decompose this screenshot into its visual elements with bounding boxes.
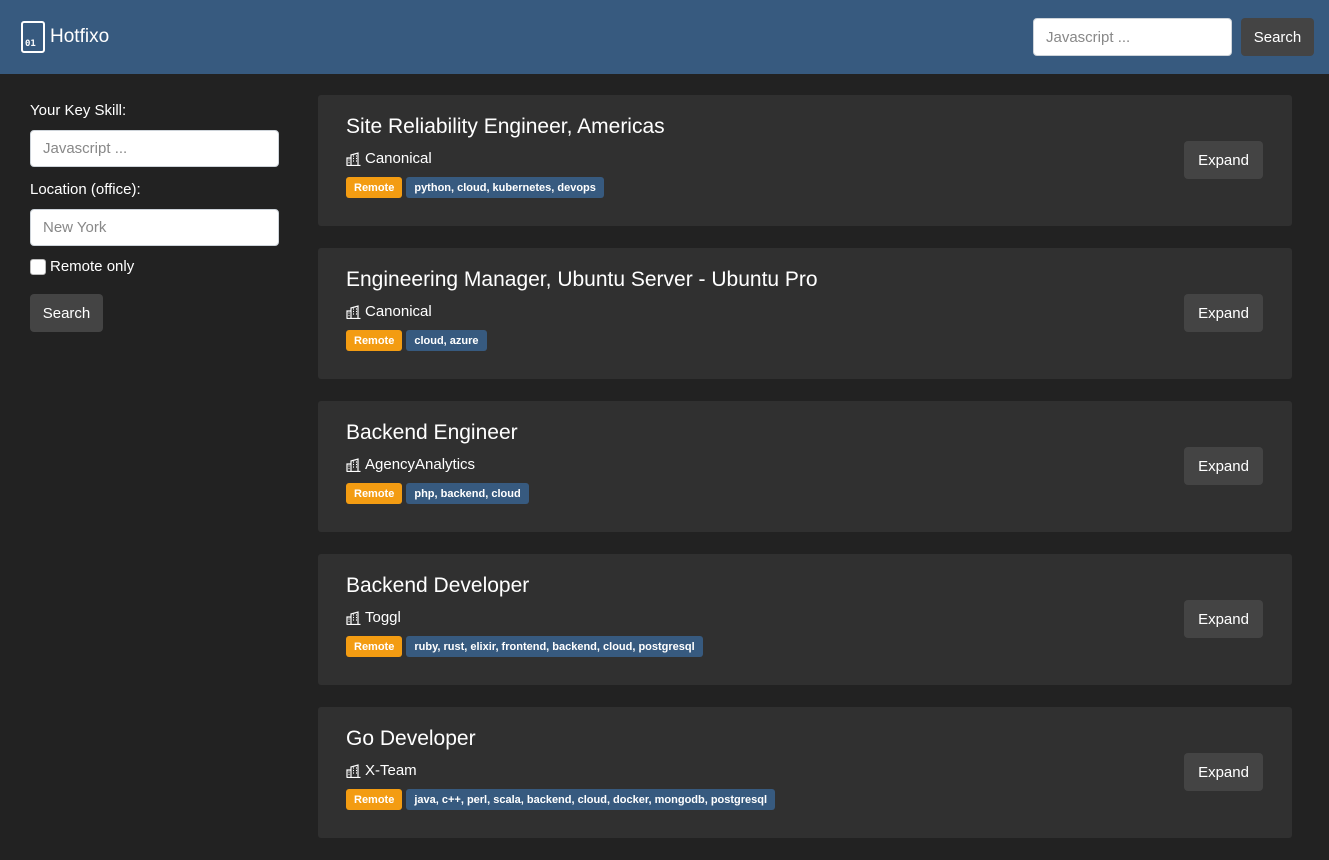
sidebar-search-button[interactable]: Search (30, 294, 103, 332)
navbar-search-button[interactable]: Search (1241, 18, 1314, 56)
location-input[interactable] (30, 209, 279, 246)
remote-only-checkbox[interactable] (30, 258, 46, 275)
skills-badge: python, cloud, kubernetes, devops (406, 177, 604, 198)
job-company: AgencyAnalytics (346, 456, 1292, 473)
building-icon (346, 610, 361, 625)
skills-badge: php, backend, cloud (406, 483, 529, 504)
building-icon (346, 763, 361, 778)
remote-badge: Remote (346, 789, 403, 810)
remote-badge: Remote (346, 177, 403, 198)
brand-icon-text: 01 (25, 39, 36, 49)
brand-link[interactable]: 01 Hotfixo (21, 21, 109, 53)
brand-name: Hotfixo (50, 26, 110, 47)
remote-badge: Remote (346, 636, 403, 657)
navbar: 01 Hotfixo Search (0, 0, 1329, 74)
expand-button[interactable]: Expand (1184, 600, 1263, 638)
job-tags: Remote ruby, rust, elixir, frontend, bac… (346, 636, 1292, 657)
expand-button[interactable]: Expand (1184, 753, 1263, 791)
job-title: Site Reliability Engineer, Americas (346, 115, 665, 138)
job-company: Canonical (346, 150, 1292, 167)
job-card: Go Developer X-Team Remote java, c++, pe… (318, 707, 1292, 838)
remote-badge: Remote (346, 330, 403, 351)
job-title: Go Developer (346, 727, 476, 750)
building-icon (346, 151, 361, 166)
remote-badge: Remote (346, 483, 403, 504)
company-name: X-Team (365, 762, 417, 779)
job-title: Backend Developer (346, 574, 530, 597)
skills-badge: ruby, rust, elixir, frontend, backend, c… (406, 636, 703, 657)
job-list: Site Reliability Engineer, Americas Cano… (318, 95, 1292, 860)
company-name: Canonical (365, 303, 432, 320)
remote-only-row: Remote only (30, 258, 279, 275)
company-name: Toggl (365, 609, 401, 626)
job-company: Canonical (346, 303, 1292, 320)
job-card: Engineering Manager, Ubuntu Server - Ubu… (318, 248, 1292, 379)
navbar-search: Search (1033, 18, 1314, 56)
filter-sidebar: Your Key Skill: Location (office): Remot… (30, 102, 279, 332)
skill-input[interactable] (30, 130, 279, 167)
expand-button[interactable]: Expand (1184, 447, 1263, 485)
remote-only-label: Remote only (50, 258, 135, 275)
job-tags: Remote php, backend, cloud (346, 483, 1292, 504)
job-title: Engineering Manager, Ubuntu Server - Ubu… (346, 268, 818, 291)
expand-button[interactable]: Expand (1184, 294, 1263, 332)
job-card: Backend Engineer AgencyAnalytics Remote … (318, 401, 1292, 532)
building-icon (346, 304, 361, 319)
job-card: Site Reliability Engineer, Americas Cano… (318, 95, 1292, 226)
job-title: Backend Engineer (346, 421, 518, 444)
job-card: Backend Developer Toggl Remote ruby, rus… (318, 554, 1292, 685)
company-name: Canonical (365, 150, 432, 167)
company-name: AgencyAnalytics (365, 456, 476, 473)
job-tags: Remote python, cloud, kubernetes, devops (346, 177, 1292, 198)
location-label: Location (office): (30, 181, 141, 198)
navbar-search-input[interactable] (1033, 18, 1232, 56)
job-tags: Remote cloud, azure (346, 330, 1292, 351)
job-company: Toggl (346, 609, 1292, 626)
binary-file-icon: 01 (21, 21, 45, 53)
expand-button[interactable]: Expand (1184, 141, 1263, 179)
job-company: X-Team (346, 762, 1292, 779)
skills-badge: java, c++, perl, scala, backend, cloud, … (406, 789, 776, 810)
job-tags: Remote java, c++, perl, scala, backend, … (346, 789, 1292, 810)
skills-badge: cloud, azure (406, 330, 487, 351)
skill-label: Your Key Skill: (30, 102, 127, 119)
building-icon (346, 457, 361, 472)
